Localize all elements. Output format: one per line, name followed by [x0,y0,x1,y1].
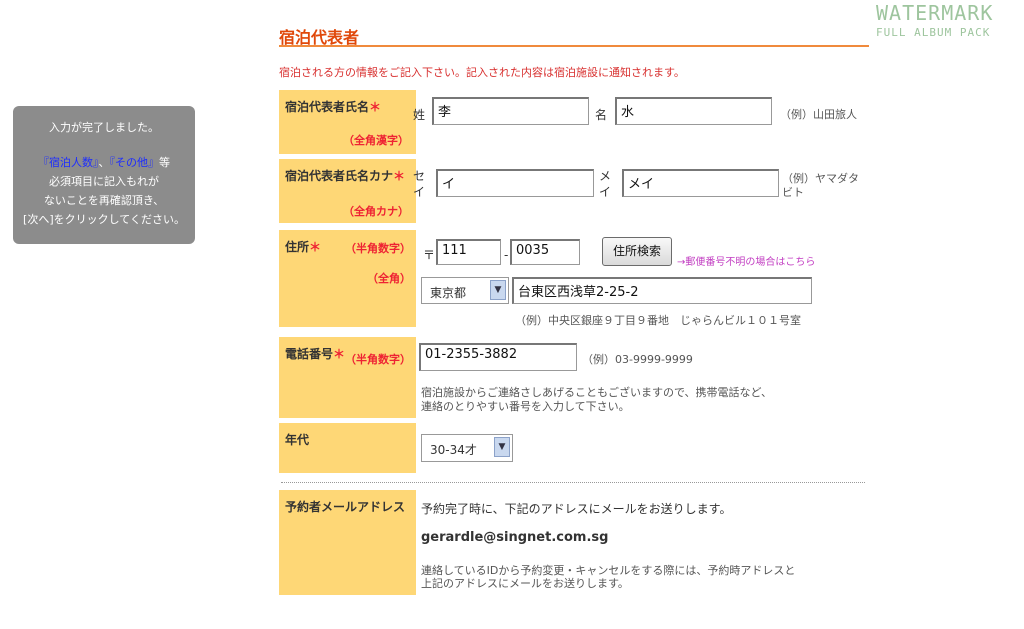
kana-example-1: （例）ヤマダタ [782,172,859,185]
postal-mark: 〒 [423,248,436,262]
divider [281,482,865,483]
zip-second-input[interactable]: 0035 [510,239,580,265]
notice-line3: 必須項目に記入もれが [49,175,159,188]
phone-label: 電話番号＊ [285,345,345,362]
kana-label: 宿泊代表者氏名カナ＊ [285,167,405,184]
kana-example-2: ビト [782,186,804,199]
kana-sei-label-1: セ [413,169,426,183]
name-label-cell: 宿泊代表者氏名＊ （全角漢字） [279,90,416,154]
section-intro: 宿泊される方の情報をご記入下さい。記入された内容は宿泊施設に通知されます。 [279,66,685,79]
notice-line5: [次へ]をクリックしてください。 [23,213,185,226]
age-label-cell: 年代 [279,423,416,473]
notice-separator: 、 [98,156,110,169]
mei-label: 名 [595,108,608,122]
email-intro: 予約完了時に、下記のアドレスにメールをお送りします。 [421,502,732,516]
kana-sei-label-2: イ [413,185,426,199]
sei-label: 姓 [413,108,426,122]
age-value: 30-34才 [430,443,477,457]
email-label-cell: 予約者メールアドレス [279,490,416,595]
email-label: 予約者メールアドレス [285,500,406,514]
phone-label-cell: 電話番号＊ （半角数字） [279,337,416,418]
prefecture-select[interactable]: 東京都 ▼ [421,277,509,304]
address-zip-format-note: （半角数字） [345,242,411,255]
email-address: gerardle@singnet.com.sg [421,530,609,545]
required-mark: ＊ [393,169,406,183]
zip-dash: - [504,248,509,262]
watermark-line1: WATERMARK [876,1,994,25]
notice-highlight-guests: 『宿泊人数』 [38,156,99,169]
phone-format-note: （半角数字） [345,353,411,366]
kana-format-note: （全角カナ） [343,205,409,218]
chevron-down-icon[interactable]: ▼ [494,437,510,457]
required-mark: ＊ [333,347,346,361]
zip-first-input[interactable]: 111 [436,239,501,265]
prefecture-value: 東京都 [430,286,467,300]
completion-notice: 入力が完了しました。 『宿泊人数』、『その他』等 必須項目に記入もれが ないこと… [13,106,195,244]
name-label: 宿泊代表者氏名＊ [285,98,381,115]
kana-mei-label: メイ [599,168,611,200]
kana-sei-label: セイ [413,168,425,200]
required-mark: ＊ [369,100,382,114]
kana-example: （例）ヤマダタ ビト [782,172,859,200]
address-label-cell: 住所＊ （半角数字） （全角） [279,230,416,327]
kana-mei-label-2: イ [599,185,612,199]
name-example: （例）山田旅人 [780,108,857,121]
email-help-2: 上記のアドレスにメールをお送りします。 [421,577,629,590]
kana-mei-input[interactable]: メイ [622,169,779,197]
address-label: 住所＊ [285,238,321,255]
notice-line2: 『宿泊人数』、『その他』等 [13,153,195,172]
street-input[interactable]: 台東区西浅草2-25-2 [512,277,812,304]
required-mark: ＊ [309,240,322,254]
kana-sei-input[interactable]: イ [436,169,594,197]
sei-input[interactable]: 李 [432,97,589,125]
notice-tail: 等 [159,156,170,169]
mei-input[interactable]: 水 [615,97,772,125]
kana-label-cell: 宿泊代表者氏名カナ＊ （全角カナ） [279,159,416,223]
notice-line1: 入力が完了しました。 [49,121,159,134]
address-label-text: 住所 [285,240,310,254]
phone-label-text: 電話番号 [285,347,334,361]
kana-label-text: 宿泊代表者氏名カナ [285,169,394,183]
address-example: （例）中央区銀座９丁目９番地 じゃらんビル１０１号室 [515,314,801,327]
zip-unknown-link[interactable]: →郵便番号不明の場合はこちら [677,253,815,268]
kana-mei-label-1: メ [599,169,612,183]
email-help: 連絡しているIDから予約変更・キャンセルをする際には、予約時アドレスと 上記のアド… [421,564,795,590]
email-help-1: 連絡しているIDから予約変更・キャンセルをする際には、予約時アドレスと [421,564,796,577]
watermark: WATERMARK FULL ALBUM PACK [876,2,993,39]
chevron-down-icon[interactable]: ▼ [490,280,506,300]
age-label: 年代 [285,433,310,447]
phone-help: 宿泊施設からご連絡さしあげることもございますので、携帯電話など、 連絡のとりやすい… [421,386,772,414]
section-title-rule [279,45,869,47]
name-label-text: 宿泊代表者氏名 [285,100,370,114]
age-select[interactable]: 30-34才 ▼ [421,434,513,462]
phone-help-2: 連絡のとりやすい番号を入力して下さい。 [421,400,630,413]
address-search-button[interactable]: 住所検索 [602,237,672,266]
address-street-format-note: （全角） [367,272,411,285]
notice-line4: ないことを再確認頂き、 [43,194,165,207]
name-format-note: （全角漢字） [343,134,409,147]
watermark-line2: FULL ALBUM PACK [876,26,991,39]
phone-example: （例）03-9999-9999 [582,353,693,366]
notice-highlight-other: 『その他』 [109,156,160,169]
phone-help-1: 宿泊施設からご連絡さしあげることもございますので、携帯電話など、 [421,386,773,399]
phone-input[interactable]: 01-2355-3882 [419,343,577,371]
